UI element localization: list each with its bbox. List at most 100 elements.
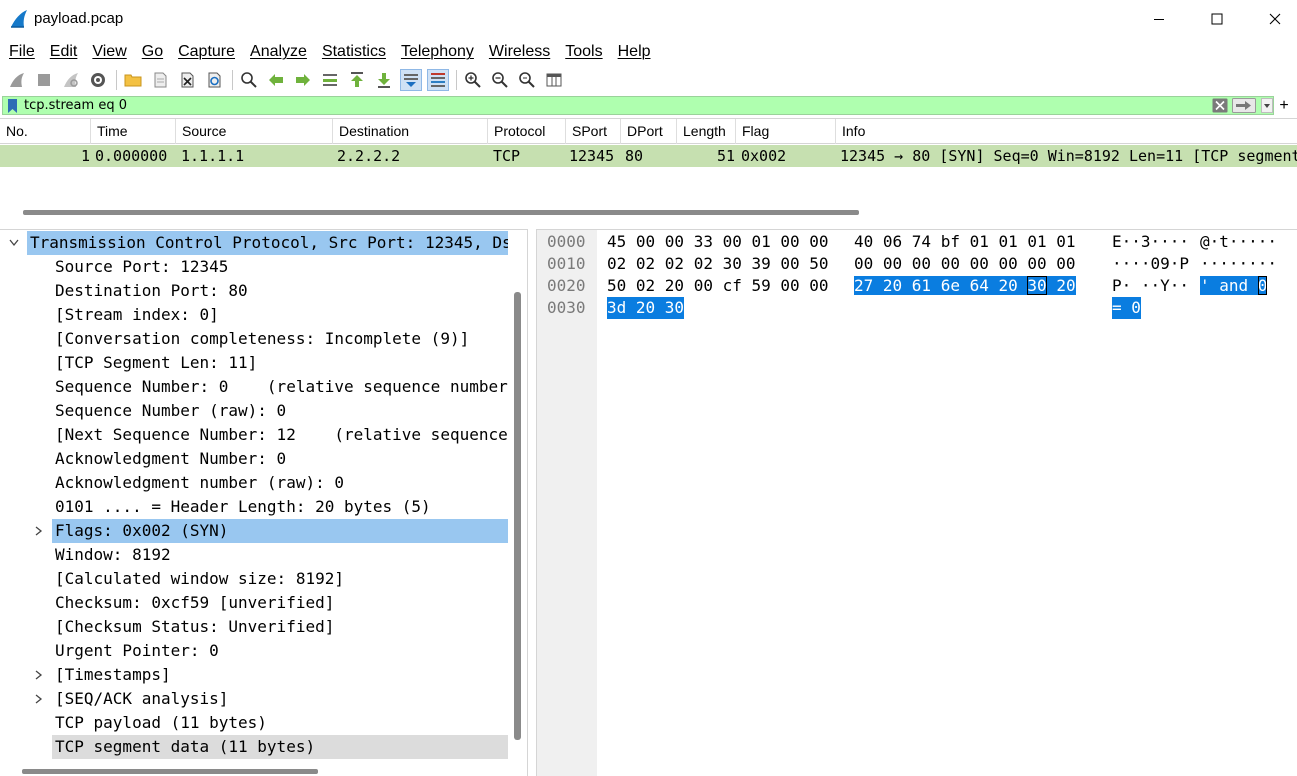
table-row[interactable]: 1 0.000000 1.1.1.1 2.2.2.2 TCP 12345 80 … bbox=[0, 145, 1297, 167]
column-destination[interactable]: Destination bbox=[333, 119, 488, 144]
column-protocol[interactable]: Protocol bbox=[488, 119, 566, 144]
go-forward-button[interactable] bbox=[292, 69, 314, 91]
tree-item-label: Checksum: 0xcf59 [unverified] bbox=[55, 593, 335, 612]
restart-icon bbox=[64, 73, 78, 87]
tree-item-label: Destination Port: 80 bbox=[55, 281, 248, 300]
packet-details-pane: Transmission Control Protocol, Src Port:… bbox=[0, 229, 528, 776]
packet-bytes-pane: 0000 45 00 00 33 00 01 00 00 40 06 74 bf… bbox=[536, 229, 1297, 776]
reload-file-button[interactable] bbox=[203, 69, 225, 91]
file-icon bbox=[154, 72, 167, 88]
close-file-button[interactable] bbox=[176, 69, 198, 91]
column-dport[interactable]: DPort bbox=[621, 119, 677, 144]
zoom-out-button[interactable] bbox=[489, 69, 511, 91]
save-file-button[interactable] bbox=[149, 69, 171, 91]
menu-file[interactable]: File bbox=[9, 43, 35, 61]
ascii-bytes: @·t····· bbox=[1200, 232, 1278, 251]
autoscroll-button[interactable] bbox=[400, 69, 422, 91]
menu-capture[interactable]: Capture bbox=[178, 43, 235, 61]
column-source[interactable]: Source bbox=[176, 119, 333, 144]
column-sport[interactable]: SPort bbox=[566, 119, 621, 144]
last-packet-button[interactable] bbox=[373, 69, 395, 91]
bytes-row[interactable]: 0010 02 02 02 02 30 39 00 50 00 00 00 00… bbox=[537, 253, 1277, 275]
tree-item-flags[interactable]: Flags: 0x002 (SYN) bbox=[0, 519, 510, 543]
tree-item-segment-data[interactable]: TCP segment data (11 bytes) bbox=[0, 735, 510, 759]
first-packet-button[interactable] bbox=[346, 69, 368, 91]
normal-size-button[interactable] bbox=[516, 69, 538, 91]
menu-help[interactable]: Help bbox=[618, 43, 651, 61]
stop-capture-button[interactable] bbox=[33, 69, 55, 91]
tree-item[interactable]: [Next Sequence Number: 12 (relative sequ… bbox=[0, 423, 510, 447]
hex-bytes: 02 02 02 02 30 39 00 50 bbox=[607, 254, 829, 273]
toolbar-separator bbox=[116, 70, 117, 90]
chevron-down-icon[interactable] bbox=[1261, 98, 1273, 113]
horizontal-scrollbar[interactable] bbox=[23, 210, 859, 215]
pane-splitter[interactable] bbox=[0, 220, 1297, 229]
capture-options-button[interactable] bbox=[87, 69, 109, 91]
column-time[interactable]: Time bbox=[91, 119, 176, 144]
vertical-scrollbar[interactable] bbox=[514, 292, 521, 740]
bytes-row[interactable]: 0020 50 02 20 00 cf 59 00 00 27 20 61 6e… bbox=[537, 275, 1268, 297]
close-button[interactable] bbox=[1246, 0, 1297, 38]
column-flag[interactable]: Flag bbox=[736, 119, 836, 144]
menu-view[interactable]: View bbox=[92, 43, 126, 61]
display-filter-input[interactable] bbox=[24, 97, 1204, 114]
plus-icon: + bbox=[1279, 97, 1289, 114]
column-no[interactable]: No. bbox=[0, 119, 91, 144]
resize-columns-button[interactable] bbox=[543, 69, 565, 91]
display-filter-bar bbox=[2, 96, 1274, 115]
zoom-in-icon bbox=[465, 72, 481, 88]
chevron-right-icon[interactable] bbox=[32, 663, 46, 687]
selected-hex-bytes: 3d 20 30 bbox=[607, 297, 685, 319]
zoom-in-button[interactable] bbox=[462, 69, 484, 91]
tree-item[interactable]: Sequence Number: 0 (relative sequence nu… bbox=[0, 375, 510, 399]
menu-statistics[interactable]: Statistics bbox=[322, 43, 386, 61]
cell-info: 12345 → 80 [SYN] Seq=0 Win=8192 Len=11 [… bbox=[840, 147, 1297, 165]
find-packet-button[interactable] bbox=[238, 69, 260, 91]
byte-offset: 0020 bbox=[547, 276, 586, 295]
menu-analyze[interactable]: Analyze bbox=[250, 43, 307, 61]
tree-item-tcp[interactable]: Transmission Control Protocol, Src Port:… bbox=[0, 231, 510, 255]
start-capture-button[interactable] bbox=[6, 69, 28, 91]
cell-protocol: TCP bbox=[493, 147, 521, 165]
cell-flag: 0x002 bbox=[741, 147, 787, 165]
open-file-button[interactable] bbox=[122, 69, 144, 91]
chevron-right-icon[interactable] bbox=[32, 519, 46, 543]
tree-item-label: [Checksum Status: Unverified] bbox=[55, 617, 335, 636]
menu-edit[interactable]: Edit bbox=[50, 43, 78, 61]
tree-item-label: [Calculated window size: 8192] bbox=[55, 569, 344, 588]
ascii-bytes: ····09·P bbox=[1112, 254, 1190, 273]
apply-filter-icon[interactable] bbox=[1232, 98, 1256, 113]
chevron-right-icon[interactable] bbox=[32, 687, 46, 711]
horizontal-scrollbar[interactable] bbox=[22, 769, 318, 774]
window-title: payload.pcap bbox=[34, 10, 124, 27]
selected-hex-bytes: 20 bbox=[1056, 276, 1076, 295]
menu-wireless[interactable]: Wireless bbox=[489, 43, 550, 61]
clear-filter-icon[interactable] bbox=[1212, 98, 1228, 113]
cell-time: 0.000000 bbox=[95, 147, 168, 165]
minimize-button[interactable] bbox=[1130, 0, 1188, 38]
column-info[interactable]: Info bbox=[836, 119, 1297, 144]
add-filter-button[interactable]: + bbox=[1277, 96, 1291, 115]
menu-go[interactable]: Go bbox=[142, 43, 163, 61]
go-to-packet-button[interactable] bbox=[319, 69, 341, 91]
close-icon bbox=[1269, 13, 1281, 25]
arrow-left-icon bbox=[269, 74, 283, 86]
ascii-bytes: ········ bbox=[1200, 254, 1278, 273]
restart-capture-button[interactable] bbox=[60, 69, 82, 91]
chevron-down-icon[interactable] bbox=[7, 231, 21, 255]
menu-telephony[interactable]: Telephony bbox=[401, 43, 474, 61]
column-length[interactable]: Length bbox=[677, 119, 736, 144]
colorize-button[interactable] bbox=[427, 69, 449, 91]
tree-item-label: [Next Sequence Number: 12 (relative sequ… bbox=[55, 425, 508, 444]
tree-item-label: Flags: 0x002 (SYN) bbox=[55, 521, 229, 540]
bytes-row[interactable]: 0000 45 00 00 33 00 01 00 00 40 06 74 bf… bbox=[537, 231, 1277, 253]
search-icon bbox=[241, 72, 257, 88]
bookmark-icon[interactable] bbox=[6, 98, 19, 114]
menu-tools[interactable]: Tools bbox=[565, 43, 602, 61]
maximize-button[interactable] bbox=[1188, 0, 1246, 38]
cell-source: 1.1.1.1 bbox=[181, 147, 245, 165]
bytes-row[interactable]: 0030 3d 20 30 = 0 bbox=[537, 297, 1141, 319]
reload-icon bbox=[208, 72, 221, 88]
go-back-button[interactable] bbox=[265, 69, 287, 91]
folder-icon bbox=[124, 74, 142, 87]
